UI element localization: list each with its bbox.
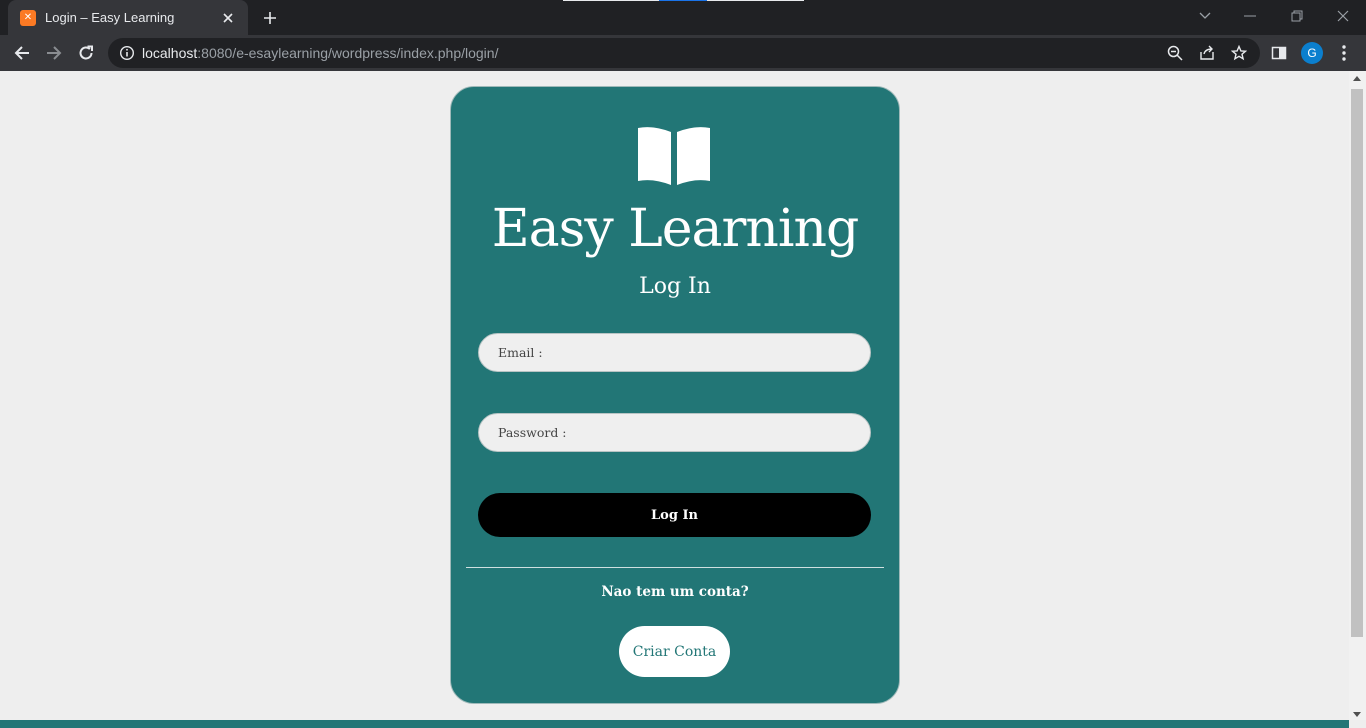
address-bar[interactable]: localhost:8080/e-esaylearning/wordpress/… xyxy=(108,38,1260,68)
scroll-thumb[interactable] xyxy=(1351,89,1363,637)
scroll-up-arrow-icon[interactable] xyxy=(1353,76,1361,81)
browser-tab-active[interactable]: ✕ Login – Easy Learning xyxy=(8,0,248,35)
tab-search-button[interactable] xyxy=(1193,4,1217,28)
share-icon[interactable] xyxy=(1198,44,1216,62)
xampp-icon: ✕ xyxy=(20,9,36,26)
restore-icon xyxy=(1291,10,1303,22)
zoom-icon[interactable] xyxy=(1166,44,1184,62)
url-host: localhost xyxy=(142,45,198,61)
url-text[interactable]: localhost:8080/e-esaylearning/wordpress/… xyxy=(142,45,498,61)
arrow-right-icon xyxy=(47,46,62,60)
create-account-button[interactable]: Criar Conta xyxy=(619,626,730,677)
minimize-button[interactable] xyxy=(1238,4,1262,28)
email-field[interactable] xyxy=(478,333,871,372)
side-panel-button[interactable] xyxy=(1266,40,1292,66)
close-icon xyxy=(1337,10,1349,22)
chevron-down-icon xyxy=(1199,12,1211,19)
close-tab-icon[interactable] xyxy=(220,10,236,26)
tab-strip-accent xyxy=(659,0,707,1)
info-icon[interactable] xyxy=(119,45,135,61)
page-scrollbar[interactable] xyxy=(1349,71,1366,720)
plus-icon xyxy=(264,12,276,24)
more-vert-icon xyxy=(1342,45,1346,61)
page-footer-strip xyxy=(0,720,1349,728)
back-button[interactable] xyxy=(9,40,35,66)
no-account-text: Nao tem um conta? xyxy=(601,584,749,600)
arrow-left-icon xyxy=(14,46,29,60)
forward-button[interactable] xyxy=(41,40,67,66)
browser-tab-bar: ✕ Login – Easy Learning xyxy=(0,0,1366,35)
side-panel-icon xyxy=(1271,46,1287,60)
site-brand-title: Easy Learning xyxy=(491,199,860,259)
login-heading: Log In xyxy=(639,274,711,299)
tab-strip-accent xyxy=(707,0,804,1)
close-window-button[interactable] xyxy=(1331,4,1355,28)
browser-toolbar: localhost:8080/e-esaylearning/wordpress/… xyxy=(0,35,1366,71)
reload-button[interactable] xyxy=(73,40,99,66)
login-button[interactable]: Log In xyxy=(478,493,871,537)
restore-button[interactable] xyxy=(1285,4,1309,28)
minimize-icon xyxy=(1244,15,1256,17)
menu-button[interactable] xyxy=(1331,40,1357,66)
divider xyxy=(466,567,884,568)
tab-title: Login – Easy Learning xyxy=(45,10,175,25)
password-field[interactable] xyxy=(478,413,871,452)
new-tab-button[interactable] xyxy=(258,6,282,30)
scroll-down-arrow-icon[interactable] xyxy=(1353,712,1361,717)
url-path: :8080/e-esaylearning/wordpress/index.php… xyxy=(197,45,499,61)
tab-strip-accent xyxy=(563,0,659,1)
reload-icon xyxy=(79,45,93,60)
login-card: Easy Learning Log In Log In Nao tem um c… xyxy=(450,86,900,704)
bookmark-star-icon[interactable] xyxy=(1230,44,1248,62)
profile-avatar[interactable]: G xyxy=(1301,42,1323,64)
open-book-icon xyxy=(638,127,710,185)
